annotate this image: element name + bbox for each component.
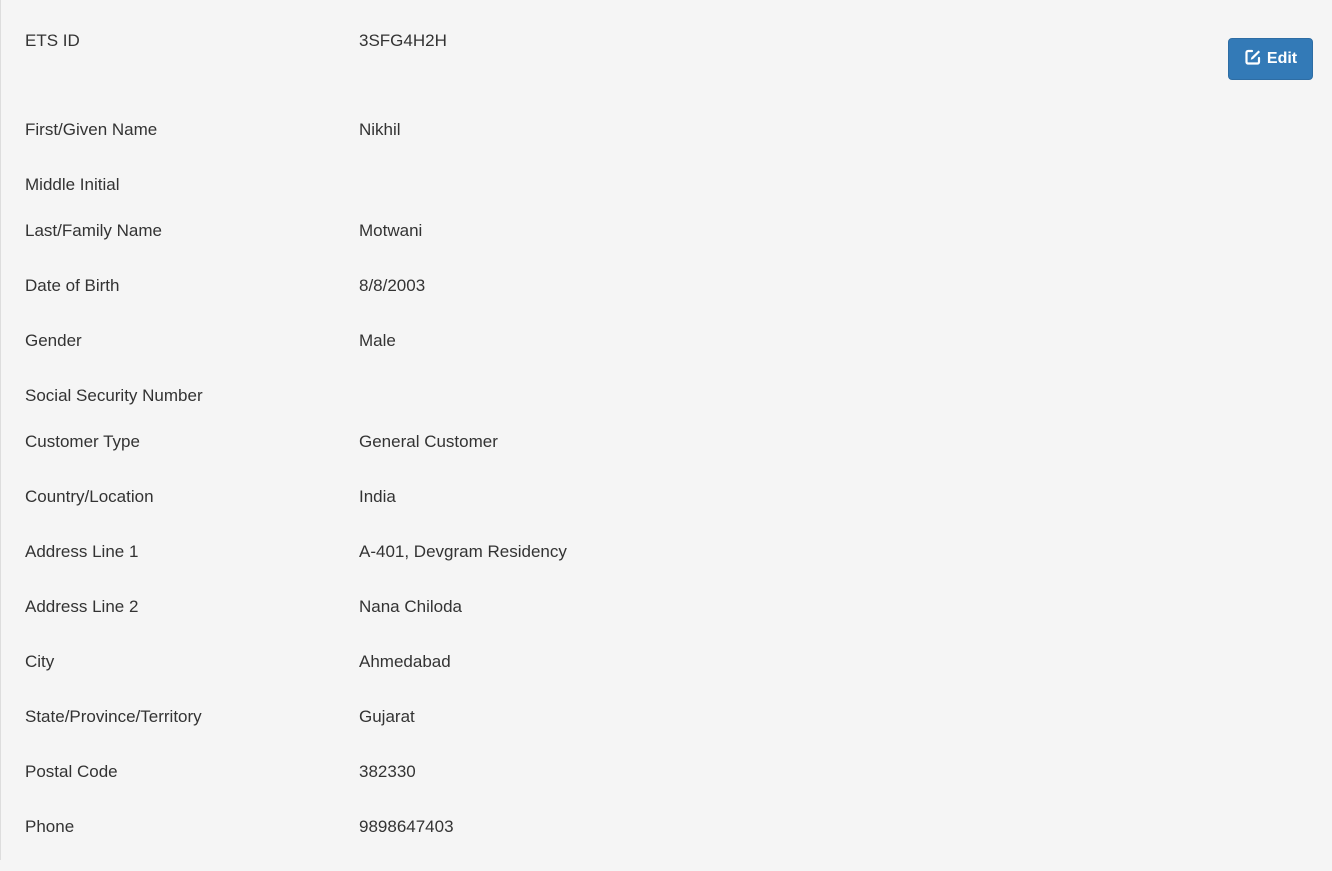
profile-details: ETS ID 3SFG4H2H First/Given Name Nikhil Midd…: [25, 30, 1332, 871]
edit-label: Edit: [1266, 50, 1298, 67]
field-value: [359, 385, 1332, 431]
field-label: Country/Location: [25, 487, 154, 506]
field-row: Date of Birth 8/8/2003: [25, 275, 1332, 330]
field-row: Social Security Number: [25, 385, 1332, 431]
field-value: Nikhil: [359, 120, 401, 139]
field-row: Postal Code 382330: [25, 761, 1332, 816]
field-label: Date of Birth: [25, 276, 120, 295]
field-value: General Customer: [359, 432, 498, 451]
field-value: [359, 174, 1332, 220]
field-value: India: [359, 487, 396, 506]
field-label: City: [25, 652, 55, 671]
field-value: Nana Chiloda: [359, 597, 463, 616]
field-label: ETS ID: [25, 31, 80, 50]
field-row: Last/Family Name Motwani: [25, 220, 1332, 275]
field-row: City Ahmedabad: [25, 651, 1332, 706]
field-value: Gujarat: [359, 707, 415, 726]
field-label: First/Given Name: [25, 120, 158, 139]
field-label: Gender: [25, 331, 82, 350]
field-value: 382330: [359, 762, 416, 781]
field-label: State/Province/Territory: [25, 707, 202, 726]
field-row: Address Line 1 A-401, Devgram Residency: [25, 541, 1332, 596]
field-label: Customer Type: [25, 432, 140, 451]
edit-button[interactable]: Edit: [1228, 38, 1313, 80]
field-row: ETS ID 3SFG4H2H: [25, 30, 1332, 119]
field-label: Postal Code: [25, 762, 118, 781]
field-row: Phone 9898647403: [25, 816, 1332, 871]
field-value: Ahmedabad: [359, 652, 451, 671]
field-value: Male: [359, 331, 396, 350]
field-label: Phone: [25, 817, 75, 836]
field-row: State/Province/Territory Gujarat: [25, 706, 1332, 761]
field-row: Customer Type General Customer: [25, 431, 1332, 486]
field-label: Middle Initial: [25, 175, 120, 194]
field-label: Social Security Number: [25, 386, 203, 405]
field-row: Country/Location India: [25, 486, 1332, 541]
field-value: 9898647403: [359, 817, 454, 836]
field-row: Address Line 2 Nana Chiloda: [25, 596, 1332, 651]
field-row: Middle Initial: [25, 174, 1332, 220]
field-value: A-401, Devgram Residency: [359, 542, 567, 561]
field-row: First/Given Name Nikhil: [25, 119, 1332, 174]
field-label: Address Line 2: [25, 597, 139, 616]
field-label: Last/Family Name: [25, 221, 162, 240]
field-value: Motwani: [359, 221, 423, 240]
edit-icon: [1244, 48, 1262, 71]
field-label: Address Line 1: [25, 542, 139, 561]
field-row: Gender Male: [25, 330, 1332, 385]
field-value: 8/8/2003: [359, 276, 426, 295]
field-value: 3SFG4H2H: [359, 31, 447, 50]
